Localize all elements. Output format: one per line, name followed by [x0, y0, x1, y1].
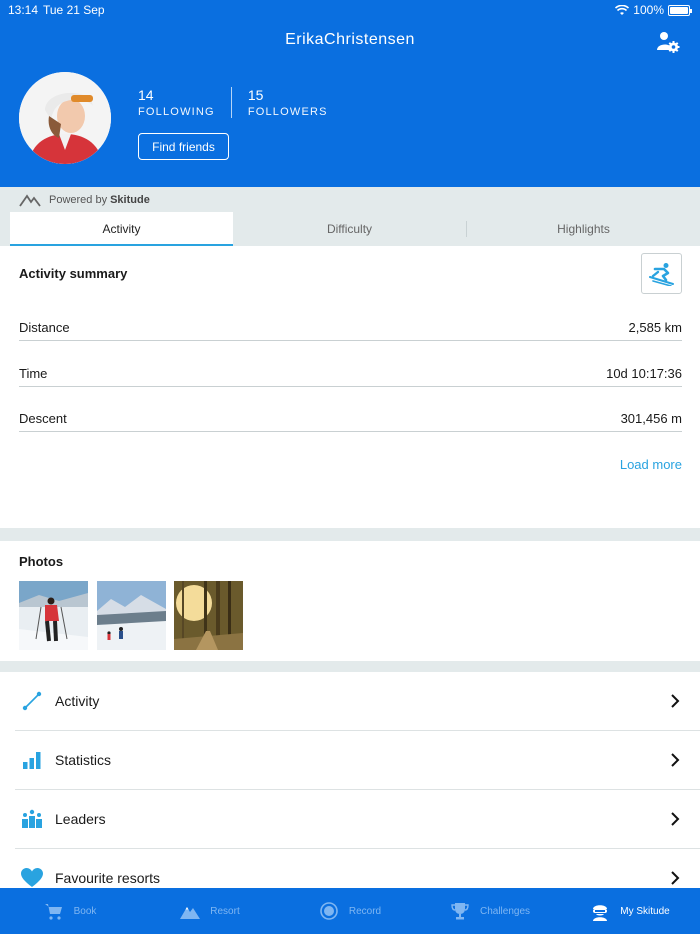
nav-my-skitude[interactable]: My Skitude: [560, 888, 700, 934]
heart-icon: [21, 867, 43, 888]
nav-record[interactable]: Record: [280, 888, 420, 934]
tab-highlights[interactable]: Highlights: [467, 212, 700, 246]
menu-item-favourite-resorts[interactable]: Favourite resorts: [15, 849, 700, 888]
descent-label: Descent: [19, 411, 67, 426]
photo-thumbnail[interactable]: [19, 581, 88, 650]
load-more-link[interactable]: Load more: [620, 457, 682, 472]
status-time: 13:14: [8, 3, 39, 17]
chevron-right-icon: [671, 753, 680, 767]
trophy-icon: [451, 903, 469, 920]
wifi-icon: [615, 4, 630, 15]
following-count: 14: [138, 87, 154, 103]
photos-title: Photos: [19, 554, 64, 569]
skitude-logo-icon: [19, 193, 41, 207]
following-stat[interactable]: 14 FOLLOWING: [138, 87, 231, 118]
menu-item-activity[interactable]: Activity: [15, 672, 700, 731]
profile-header: 13:14 Tue 21 Sep 100% ErikaChristensen 1…: [0, 0, 700, 187]
menu-item-label: Statistics: [55, 752, 112, 768]
descent-value: 301,456 m: [620, 411, 682, 426]
bottom-navigation: Book Resort Record Challenges My Skitude: [0, 888, 700, 934]
tab-activity[interactable]: Activity: [10, 212, 233, 246]
status-right: 100%: [615, 3, 692, 17]
summary-title: Activity summary: [19, 266, 128, 281]
row-divider: [19, 431, 682, 432]
time-label: Time: [19, 366, 48, 381]
powered-brand: Skitude: [110, 193, 150, 206]
sport-filter-button[interactable]: [641, 253, 682, 294]
followers-label: FOLLOWERS: [247, 106, 328, 118]
page-title: ErikaChristensen: [285, 31, 415, 48]
nav-label: My Skitude: [620, 905, 670, 917]
user-settings-icon[interactable]: [656, 30, 680, 54]
distance-value: 2,585 km: [628, 320, 682, 335]
distance-label: Distance: [19, 320, 70, 335]
follow-stats: 14 FOLLOWING 15 FOLLOWERS: [138, 87, 344, 118]
record-icon: [320, 902, 338, 920]
status-date: Tue 21 Sep: [43, 3, 105, 17]
powered-prefix: Powered by: [49, 193, 108, 206]
skier-icon: [648, 262, 674, 286]
chevron-right-icon: [671, 871, 680, 885]
battery-icon: [668, 4, 692, 16]
following-label: FOLLOWING: [138, 106, 215, 118]
activity-summary-card: Activity summary: [0, 246, 700, 528]
nav-book[interactable]: Book: [0, 888, 140, 934]
menu-item-leaders[interactable]: Leaders: [15, 790, 700, 849]
followers-stat[interactable]: 15 FOLLOWERS: [230, 87, 344, 118]
row-divider: [19, 386, 682, 387]
activity-icon: [21, 690, 43, 712]
leaders-icon: [21, 808, 43, 830]
statistics-icon: [21, 749, 43, 771]
profile-menu-list: Activity Statistics Leaders Favourite re…: [0, 672, 700, 888]
avatar-photo: [19, 72, 111, 164]
photos-section: Photos: [0, 541, 700, 661]
menu-item-label: Leaders: [55, 811, 106, 827]
chevron-right-icon: [671, 812, 680, 826]
time-value: 10d 10:17:36: [606, 366, 682, 381]
tab-bar: Activity Difficulty Highlights: [0, 212, 700, 246]
powered-by-bar: Powered by Skitude: [0, 187, 700, 212]
nav-label: Challenges: [479, 905, 531, 917]
battery-percent: 100%: [633, 3, 664, 17]
tab-difficulty[interactable]: Difficulty: [233, 212, 466, 246]
skier-icon: [593, 905, 608, 921]
status-bar: 13:14 Tue 21 Sep 100%: [0, 0, 700, 20]
mountain-icon: [180, 907, 201, 919]
nav-label: Resort: [210, 905, 240, 917]
photo-thumbnail[interactable]: [97, 581, 166, 650]
nav-label: Book: [73, 905, 97, 917]
nav-label: Record: [348, 905, 382, 917]
menu-item-label: Favourite resorts: [55, 870, 161, 886]
cart-icon: [44, 904, 62, 920]
photo-thumbnail[interactable]: [174, 581, 243, 650]
nav-challenges[interactable]: Challenges: [420, 888, 560, 934]
avatar[interactable]: [19, 72, 111, 164]
followers-count: 15: [247, 87, 264, 103]
find-friends-button[interactable]: Find friends: [138, 133, 229, 160]
nav-resort[interactable]: Resort: [140, 888, 280, 934]
menu-item-label: Activity: [55, 693, 100, 709]
menu-item-statistics[interactable]: Statistics: [15, 731, 700, 790]
chevron-right-icon: [671, 694, 680, 708]
row-divider: [19, 340, 682, 341]
